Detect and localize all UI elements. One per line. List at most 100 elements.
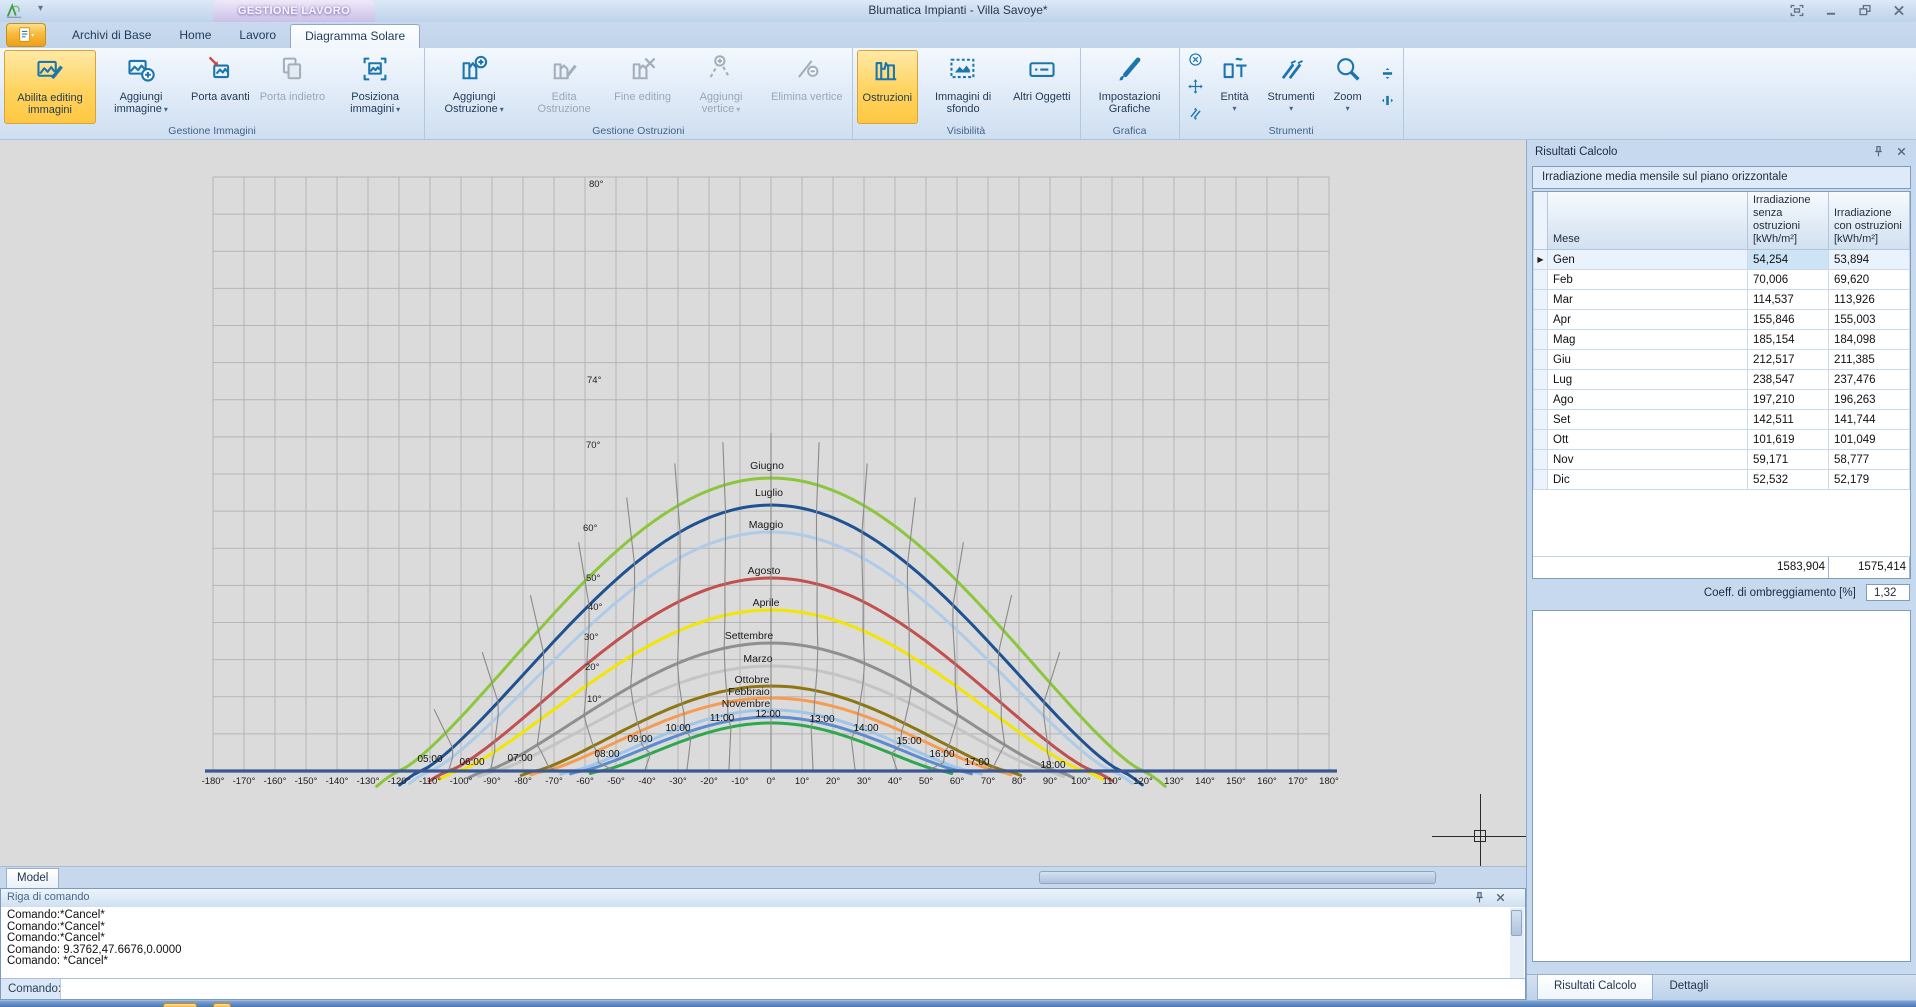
impostazioni-grafiche-button[interactable]: Impostazioni Grafiche xyxy=(1085,50,1175,124)
x-tick-label: 140° xyxy=(1195,776,1215,787)
fit-height-icon[interactable] xyxy=(1379,65,1396,87)
total-senza-ostruzioni: 1583,904 xyxy=(1748,557,1829,578)
table-row-apr[interactable]: Apr155,846155,003 xyxy=(1534,309,1910,329)
aggiungi-ostruzione-button[interactable]: Aggiungi Ostruzione▾ xyxy=(429,50,519,124)
table-row-mag[interactable]: Mag185,154184,098 xyxy=(1534,329,1910,349)
fit-screen-button[interactable] xyxy=(1786,2,1808,19)
close-icon[interactable] xyxy=(1494,891,1507,909)
table-row-dic[interactable]: Dic52,53252,179 xyxy=(1534,469,1910,489)
table-row-ago[interactable]: Ago197,210196,263 xyxy=(1534,389,1910,409)
cell-mese: Mag xyxy=(1548,329,1748,349)
elevation-label: 40° xyxy=(588,602,603,613)
small-tool-column xyxy=(1184,50,1207,124)
quick-access-dropdown-icon[interactable]: ▾ xyxy=(38,3,43,14)
zoom-icon xyxy=(1333,54,1363,84)
pin-icon[interactable] xyxy=(1872,145,1885,161)
button-label: Fine editing xyxy=(614,91,671,103)
posiziona-immagini-button[interactable]: Posiziona immagini▾ xyxy=(330,50,420,124)
row-selector[interactable]: ▶ xyxy=(1534,249,1548,269)
x-tick-label: -20° xyxy=(700,776,718,787)
button-label: Posiziona immagini▾ xyxy=(335,91,415,116)
tab-risultati-calcolo[interactable]: Risultati Calcolo xyxy=(1537,975,1653,1000)
button-label: Aggiungi Ostruzione▾ xyxy=(434,91,514,116)
altri-oggetti-button[interactable]: Altri Oggetti xyxy=(1008,50,1075,124)
aggiungi-immagine-button[interactable]: Aggiungi immagine▾ xyxy=(96,50,186,124)
command-history-line: Comando:*Cancel* xyxy=(7,922,1519,934)
ribbon-group-visibilit: Ostruzioni Immagini di sfondoAltri Oggett… xyxy=(853,48,1081,139)
background-images-icon xyxy=(948,54,978,84)
zoom-button[interactable]: Zoom▾ xyxy=(1320,50,1376,124)
button-label: Ostruzioni xyxy=(863,92,913,104)
elevation-label: 10° xyxy=(587,694,602,705)
elevation-label: 20° xyxy=(585,662,600,673)
entit-button[interactable]: Entità▾ xyxy=(1207,50,1263,124)
button-label: Elimina vertice xyxy=(771,91,843,103)
fit-width-icon[interactable] xyxy=(1379,92,1396,114)
button-label: Impostazioni Grafiche xyxy=(1090,91,1170,116)
drawing-canvas[interactable]: -180°-170°-160°-150°-140°-130°-120°-110°… xyxy=(0,140,1526,866)
command-input[interactable] xyxy=(61,979,1525,999)
table-row-gen[interactable]: ▶Gen54,25453,894 xyxy=(1534,249,1910,269)
redraw-icon[interactable] xyxy=(1187,105,1204,127)
close-icon[interactable] xyxy=(1895,145,1908,161)
x-tick-label: -70° xyxy=(545,776,563,787)
results-panel-tabs: Risultati Calcolo Dettagli xyxy=(1527,974,1916,1000)
cell-irradiazione-senza: 59,171 xyxy=(1748,449,1829,469)
row-selector[interactable] xyxy=(1534,349,1548,369)
row-selector[interactable] xyxy=(1534,269,1548,289)
x-tick-label: -120° xyxy=(388,776,411,787)
button-label: Aggiungi immagine▾ xyxy=(101,91,181,116)
cell-irradiazione-con: 184,098 xyxy=(1829,329,1910,349)
command-panel-header: Riga di comando xyxy=(1,889,1525,907)
row-selector[interactable] xyxy=(1534,469,1548,489)
x-tick-label: -10° xyxy=(731,776,749,787)
row-selector[interactable] xyxy=(1534,429,1548,449)
tab-home[interactable]: Home xyxy=(165,24,225,48)
coeff-ombreggiamento-label: Coeff. di ombreggiamento [%] xyxy=(1704,587,1856,599)
table-row-set[interactable]: Set142,511141,744 xyxy=(1534,409,1910,429)
tab-archivi-di-base[interactable]: Archivi di Base xyxy=(58,24,165,48)
horizontal-scrollbar[interactable] xyxy=(1039,871,1436,884)
row-selector[interactable] xyxy=(1534,389,1548,409)
table-row-feb[interactable]: Feb70,00669,620 xyxy=(1534,269,1910,289)
table-row-giu[interactable]: Giu212,517211,385 xyxy=(1534,349,1910,369)
fine-editing-button: Fine editing xyxy=(609,50,676,124)
ostruzioni-button[interactable]: Ostruzioni xyxy=(857,50,919,124)
cell-irradiazione-con: 196,263 xyxy=(1829,389,1910,409)
tab-dettagli[interactable]: Dettagli xyxy=(1653,975,1724,1000)
pin-icon[interactable] xyxy=(1473,891,1486,909)
close-icon[interactable] xyxy=(1888,2,1910,19)
tab-diagramma-solare[interactable]: Diagramma Solare xyxy=(290,24,420,48)
restore-button[interactable] xyxy=(1854,2,1876,19)
row-selector[interactable] xyxy=(1534,409,1548,429)
row-selector[interactable] xyxy=(1534,449,1548,469)
strumenti-button[interactable]: Strumenti▾ xyxy=(1263,50,1320,124)
table-row-lug[interactable]: Lug238,547237,476 xyxy=(1534,369,1910,389)
row-selector[interactable] xyxy=(1534,309,1548,329)
column-header xyxy=(1534,192,1548,249)
deselect-icon[interactable] xyxy=(1187,51,1204,73)
minimize-button[interactable] xyxy=(1820,2,1842,19)
row-selector[interactable] xyxy=(1534,329,1548,349)
status-bar xyxy=(0,1000,1916,1007)
tab-lavoro[interactable]: Lavoro xyxy=(225,24,290,48)
totals-row: 1583,904 1575,414 xyxy=(1533,556,1910,578)
row-selector[interactable] xyxy=(1534,369,1548,389)
abilita-editing-immagini-button[interactable]: Abilita editing immagini xyxy=(4,50,96,124)
column-header-mese: Mese xyxy=(1548,192,1748,249)
hour-label-1000: 10:00 xyxy=(665,723,690,734)
command-scrollbar[interactable] xyxy=(1510,908,1524,978)
chevron-down-icon: ▾ xyxy=(1346,104,1350,113)
tab-model[interactable]: Model xyxy=(6,868,59,888)
row-selector[interactable] xyxy=(1534,289,1548,309)
table-row-mar[interactable]: Mar114,537113,926 xyxy=(1534,289,1910,309)
cell-irradiazione-senza: 54,254 xyxy=(1748,249,1829,269)
porta-avanti-button[interactable]: Porta avanti xyxy=(186,50,255,124)
elevation-label: 74° xyxy=(587,375,602,386)
x-tick-label: 100° xyxy=(1071,776,1091,787)
table-row-ott[interactable]: Ott101,619101,049 xyxy=(1534,429,1910,449)
immagini-di-sfondo-button[interactable]: Immagini di sfondo xyxy=(918,50,1008,124)
pan-icon[interactable] xyxy=(1187,78,1204,100)
application-menu-button[interactable] xyxy=(6,23,46,47)
table-row-nov[interactable]: Nov59,17158,777 xyxy=(1534,449,1910,469)
